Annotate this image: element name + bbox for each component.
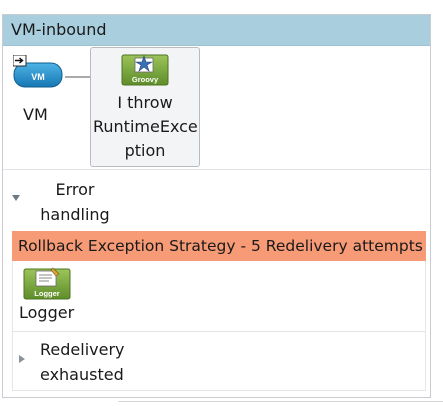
- groovy-icon: Groovy: [121, 54, 169, 86]
- logger-icon-text: Logger: [34, 289, 59, 298]
- strategy-divider: [13, 331, 425, 332]
- rollback-strategy-header[interactable]: Rollback Exception Strategy - 5 Redelive…: [12, 231, 426, 261]
- vm-icon-text: VM: [31, 72, 45, 82]
- groovy-component-label: I throw RuntimeExce ption: [93, 91, 198, 163]
- canvas-bottom-rule: [118, 401, 443, 402]
- error-handling-line-2: handling: [40, 205, 110, 224]
- flow-header[interactable]: VM-inbound: [3, 15, 430, 46]
- error-handling-label[interactable]: Error handling: [39, 177, 111, 227]
- logger-label[interactable]: Logger: [19, 303, 74, 323]
- groovy-component[interactable]: Groovy I throw RuntimeExce ption: [90, 47, 200, 167]
- vm-endpoint-icon[interactable]: VM: [12, 54, 63, 89]
- error-handling-line-1: Error: [55, 180, 95, 199]
- groovy-label-line-1: I throw: [117, 93, 173, 112]
- section-divider: [3, 169, 430, 170]
- flow-container: VM-inbound VM VM Groovy I throw RuntimeE…: [2, 14, 431, 398]
- expand-triangle-icon[interactable]: [18, 354, 26, 364]
- flow-title: VM-inbound: [11, 20, 107, 39]
- collapse-triangle-icon[interactable]: [11, 193, 21, 203]
- groovy-icon-text: Groovy: [132, 75, 159, 84]
- rollback-strategy-title: Rollback Exception Strategy - 5 Redelive…: [18, 237, 423, 255]
- logger-icon[interactable]: Logger: [23, 266, 71, 300]
- redelivery-exhausted-label[interactable]: Redelivery exhausted: [40, 337, 125, 387]
- redelivery-line-2: exhausted: [40, 365, 124, 384]
- groovy-label-line-3: ption: [124, 141, 166, 160]
- groovy-label-line-2: RuntimeExce: [93, 117, 198, 136]
- vm-endpoint-label[interactable]: VM: [23, 105, 48, 125]
- redelivery-line-1: Redelivery: [40, 340, 125, 359]
